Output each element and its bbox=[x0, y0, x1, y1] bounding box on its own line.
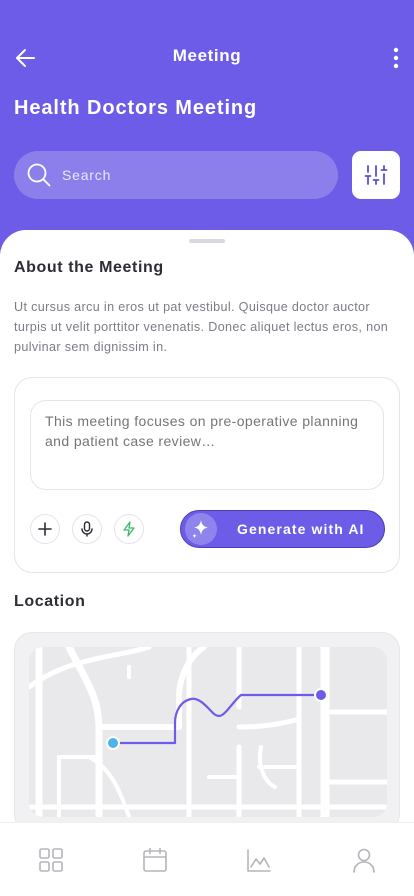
top-bar: Meeting bbox=[0, 36, 414, 80]
sliders-icon bbox=[364, 165, 388, 185]
sparkle-icon bbox=[185, 513, 217, 545]
lightning-icon bbox=[123, 521, 135, 537]
sheet-handle[interactable] bbox=[189, 239, 225, 243]
nav-item-profile[interactable] bbox=[349, 845, 379, 875]
content-sheet: About the Meeting Ut cursus arcu in eros… bbox=[0, 230, 414, 896]
bottom-navigation bbox=[0, 822, 414, 896]
top-bar-title: Meeting bbox=[172, 46, 242, 65]
about-description: Ut cursus arcu in eros ut pat vestibul. … bbox=[14, 300, 389, 354]
add-button[interactable] bbox=[30, 514, 60, 544]
filter-button[interactable] bbox=[352, 151, 400, 199]
route-start-marker bbox=[106, 736, 120, 750]
microphone-button[interactable] bbox=[72, 514, 102, 544]
user-icon bbox=[353, 848, 375, 873]
search-icon bbox=[26, 162, 52, 188]
search-bar[interactable] bbox=[14, 151, 338, 199]
nav-item-home[interactable] bbox=[36, 845, 66, 875]
quick-action-button[interactable] bbox=[114, 514, 144, 544]
microphone-icon bbox=[81, 521, 93, 537]
chart-icon bbox=[247, 849, 271, 872]
grid-icon bbox=[39, 848, 63, 872]
nav-item-calendar[interactable] bbox=[140, 845, 170, 875]
generate-with-ai-button[interactable]: Generate with AI bbox=[180, 510, 385, 548]
generate-label: Generate with AI bbox=[237, 521, 365, 537]
nav-item-analytics[interactable] bbox=[244, 845, 274, 875]
about-title: About the Meeting bbox=[14, 259, 164, 276]
ai-prompt-input[interactable] bbox=[30, 400, 384, 490]
plus-icon bbox=[38, 522, 52, 536]
ai-generate-card: Generate with AI bbox=[14, 377, 400, 573]
location-title: Location bbox=[14, 593, 86, 610]
route-end-marker bbox=[314, 688, 328, 702]
more-vertical-icon bbox=[393, 47, 399, 69]
calendar-icon bbox=[143, 847, 167, 872]
page-title: Health Doctors Meeting bbox=[14, 97, 258, 119]
location-map-card bbox=[14, 632, 400, 832]
more-button[interactable] bbox=[382, 40, 410, 76]
search-input[interactable] bbox=[62, 167, 302, 183]
location-map[interactable] bbox=[29, 647, 387, 817]
